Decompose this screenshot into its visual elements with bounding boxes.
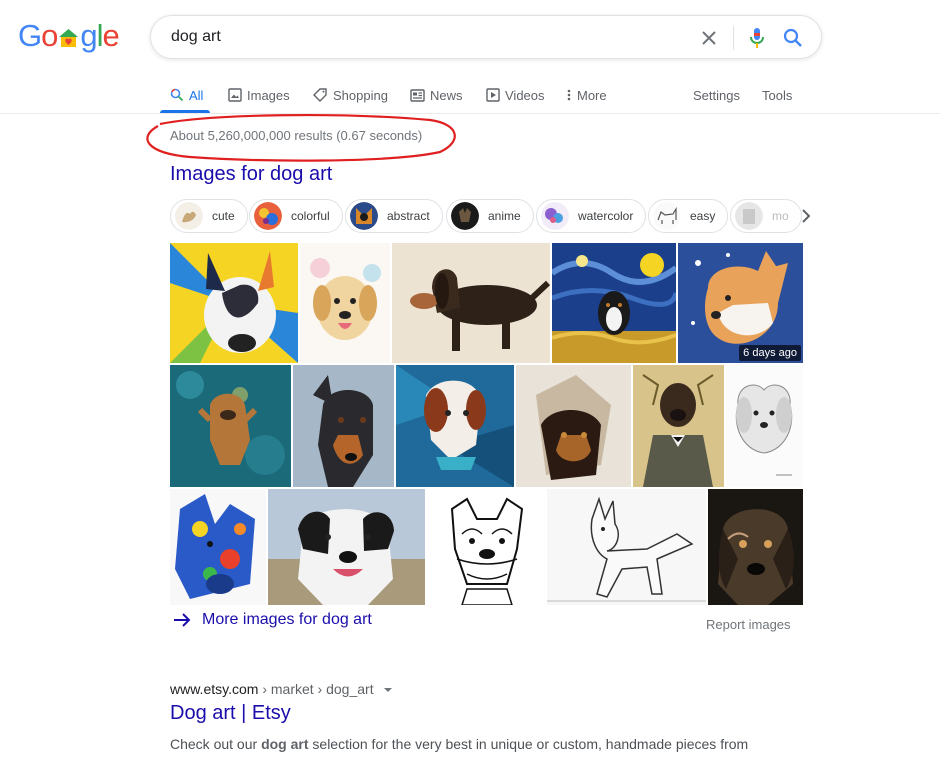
tab-all[interactable]: All	[170, 82, 203, 108]
search-divider	[733, 26, 734, 50]
image-result[interactable]	[396, 365, 514, 487]
search-icon	[170, 88, 184, 102]
tab-images[interactable]: Images	[228, 82, 290, 108]
google-logo[interactable]: Go gle	[18, 18, 120, 54]
result-stats: About 5,260,000,000 results (0.67 second…	[170, 128, 423, 143]
chip-more-partial[interactable]: mo	[730, 199, 802, 233]
search-tabs: All Images Shopping News Videos More Set…	[0, 76, 940, 114]
result-title-link[interactable]: Dog art | Etsy	[170, 702, 291, 725]
caret-down-icon[interactable]	[383, 686, 393, 694]
image-result[interactable]	[300, 243, 390, 363]
search-icon[interactable]	[781, 26, 805, 50]
logo-letter: g	[80, 18, 97, 53]
image-result[interactable]	[552, 243, 676, 363]
chip-thumbnail	[451, 202, 479, 230]
result-domain: www.etsy.com	[170, 681, 259, 697]
tab-label: All	[189, 87, 204, 103]
doodle-house-icon	[58, 20, 79, 47]
snippet-highlight: dog art	[261, 736, 309, 752]
report-images-link[interactable]: Report images	[706, 617, 791, 632]
image-result[interactable]	[293, 365, 394, 487]
chip-thumbnail	[541, 202, 569, 230]
chip-thumbnail	[350, 202, 378, 230]
logo-letter: e	[102, 18, 120, 53]
tab-label: Shopping	[333, 87, 388, 103]
logo-letter: o	[41, 18, 58, 53]
more-images-link[interactable]: More images for dog art	[172, 611, 372, 629]
tab-label: Videos	[505, 87, 545, 103]
image-result[interactable]: 6 days ago	[678, 243, 803, 363]
result-breadcrumb: › market › dog_art	[262, 681, 374, 697]
tab-label: More	[577, 87, 607, 103]
chip-label: abstract	[387, 209, 430, 223]
tab-more[interactable]: More	[566, 82, 607, 108]
image-icon	[228, 88, 242, 102]
video-icon	[486, 88, 500, 102]
tools-label: Tools	[762, 87, 793, 103]
image-result[interactable]	[170, 243, 298, 363]
more-vert-icon	[567, 89, 571, 101]
chip-label: mo	[772, 209, 789, 223]
settings-link[interactable]: Settings	[693, 82, 740, 108]
result-url[interactable]: www.etsy.com › market › dog_art	[170, 681, 393, 697]
image-result[interactable]	[516, 365, 631, 487]
image-result[interactable]	[427, 489, 545, 605]
chevron-right-icon[interactable]	[796, 206, 816, 226]
image-result[interactable]	[708, 489, 803, 605]
image-grid: 6 days ago	[170, 243, 803, 605]
chip-thumbnail	[653, 202, 681, 230]
image-result[interactable]	[726, 365, 803, 487]
tab-label: News	[430, 87, 463, 103]
arrow-right-icon	[174, 613, 191, 627]
chip-easy[interactable]: easy	[648, 199, 729, 233]
images-heading[interactable]: Images for dog art	[170, 163, 332, 186]
chip-label: cute	[212, 209, 235, 223]
chip-thumbnail	[735, 202, 763, 230]
tab-news[interactable]: News	[410, 82, 463, 108]
microphone-icon[interactable]	[745, 25, 769, 51]
time-badge: 6 days ago	[739, 345, 801, 361]
snippet-text: Check out our	[170, 736, 262, 752]
image-result[interactable]	[170, 489, 266, 605]
active-tab-indicator	[160, 110, 210, 113]
tools-link[interactable]: Tools	[762, 82, 792, 108]
tab-shopping[interactable]: Shopping	[313, 82, 388, 108]
chip-watercolor[interactable]: watercolor	[536, 199, 647, 233]
image-result[interactable]	[268, 489, 425, 605]
clear-icon[interactable]	[697, 26, 721, 50]
chip-abstract[interactable]: abstract	[345, 199, 443, 233]
tag-icon	[313, 88, 327, 102]
image-result[interactable]	[392, 243, 550, 363]
image-result[interactable]	[633, 365, 724, 487]
chip-thumbnail	[175, 202, 203, 230]
more-images-label: More images for dog art	[202, 611, 372, 628]
chip-label: easy	[690, 209, 716, 223]
logo-letter: G	[18, 18, 42, 53]
image-filter-chips: cute colorful abstract anime watercolor …	[170, 199, 810, 235]
search-box	[150, 15, 822, 59]
chip-label: colorful	[291, 209, 330, 223]
chip-colorful[interactable]: colorful	[249, 199, 343, 233]
tab-label: Images	[247, 87, 290, 103]
image-result[interactable]	[170, 365, 291, 487]
chip-label: anime	[488, 209, 521, 223]
result-snippet: Check out our dog art selection for the …	[170, 733, 750, 755]
settings-label: Settings	[693, 87, 740, 103]
chip-cute[interactable]: cute	[170, 199, 248, 233]
search-input[interactable]	[171, 26, 651, 48]
snippet-text: selection for the very best in unique or…	[308, 736, 749, 752]
tab-videos[interactable]: Videos	[486, 82, 545, 108]
chip-label: watercolor	[578, 209, 634, 223]
news-icon	[410, 88, 425, 102]
image-result[interactable]	[547, 489, 706, 605]
chip-anime[interactable]: anime	[446, 199, 534, 233]
chip-thumbnail	[254, 202, 282, 230]
